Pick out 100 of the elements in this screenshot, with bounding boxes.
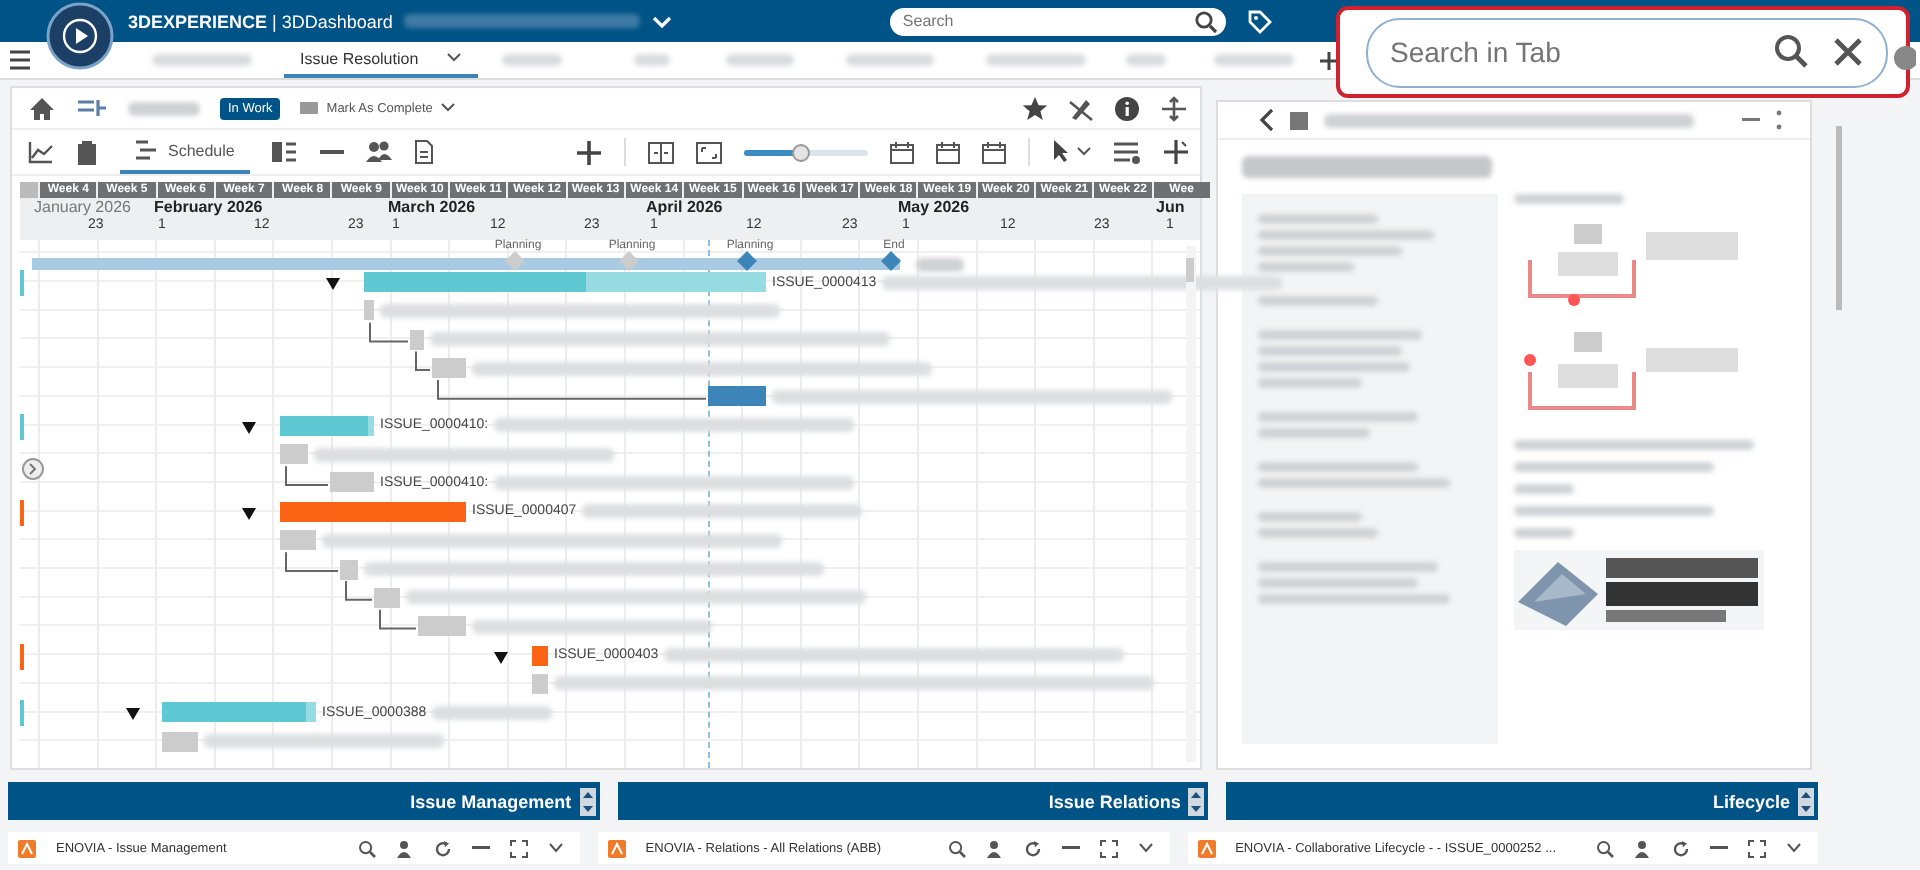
minimize-icon[interactable] bbox=[471, 845, 490, 851]
star-icon[interactable] bbox=[1022, 95, 1048, 121]
slider-thumb[interactable] bbox=[792, 143, 811, 161]
redacted-text bbox=[1514, 484, 1574, 494]
split-view-icon[interactable] bbox=[648, 141, 674, 163]
spinner-icon[interactable] bbox=[579, 787, 596, 815]
redacted-text bbox=[1258, 246, 1402, 256]
list-settings-icon[interactable] bbox=[1114, 140, 1142, 164]
expand-icon[interactable] bbox=[509, 839, 528, 857]
redacted-text bbox=[1258, 528, 1378, 538]
info-icon[interactable] bbox=[1114, 95, 1140, 121]
chevron-down-icon bbox=[446, 52, 463, 64]
hierarchy-icon[interactable] bbox=[76, 96, 108, 120]
month-label: January 2026 bbox=[34, 198, 131, 216]
redacted-text bbox=[1258, 296, 1378, 306]
app-title: 3DEXPERIENCE | 3DDashboard bbox=[128, 11, 393, 31]
app-icon bbox=[607, 839, 626, 857]
chevron-down-icon[interactable] bbox=[1786, 842, 1803, 854]
people-icon[interactable] bbox=[366, 140, 393, 164]
section-title: Lifecycle bbox=[1712, 791, 1791, 811]
minimize-icon[interactable] bbox=[1061, 845, 1080, 851]
minimize-icon[interactable] bbox=[1710, 845, 1729, 851]
search-icon[interactable] bbox=[1596, 839, 1615, 857]
back-icon[interactable] bbox=[1258, 108, 1274, 132]
user-icon[interactable] bbox=[1634, 839, 1653, 857]
app-icon bbox=[18, 839, 36, 857]
view-tab[interactable]: Schedule bbox=[120, 130, 251, 174]
search-icon[interactable] bbox=[1194, 9, 1219, 33]
dashboard-tab[interactable]: Issue Resolution bbox=[284, 42, 479, 78]
fit-view-icon[interactable] bbox=[696, 141, 722, 163]
collapse-triangle-icon[interactable] bbox=[242, 421, 256, 434]
more-icon[interactable] bbox=[1776, 110, 1782, 130]
app-icon bbox=[1197, 839, 1216, 857]
calendar-icon[interactable] bbox=[982, 141, 1006, 163]
section-title: Issue Relations bbox=[1048, 791, 1181, 811]
collapse-triangle-icon[interactable] bbox=[494, 651, 508, 664]
redacted-text bbox=[1258, 378, 1362, 388]
redacted-text bbox=[1514, 194, 1624, 204]
spinner-icon[interactable] bbox=[1188, 787, 1205, 815]
tag-icon[interactable] bbox=[1246, 7, 1275, 35]
refresh-icon[interactable] bbox=[1672, 839, 1691, 857]
collapse-triangle-icon[interactable] bbox=[126, 708, 140, 721]
month-label: May 2026 bbox=[898, 198, 970, 216]
redacted-text bbox=[1258, 428, 1370, 438]
add-icon[interactable] bbox=[576, 139, 602, 165]
user-icon[interactable] bbox=[395, 839, 414, 857]
redacted-text bbox=[128, 101, 200, 115]
chevron-down-icon bbox=[440, 102, 457, 114]
summary-bar[interactable] bbox=[532, 645, 548, 666]
refresh-icon[interactable] bbox=[433, 839, 452, 857]
clipboard-icon[interactable] bbox=[76, 139, 98, 165]
expand-icon[interactable] bbox=[1748, 839, 1767, 857]
collapse-triangle-icon[interactable] bbox=[326, 278, 340, 290]
redacted-text bbox=[432, 705, 553, 720]
month-label: February 2026 bbox=[154, 198, 263, 216]
search-icon[interactable] bbox=[947, 839, 966, 857]
calendar-icon[interactable] bbox=[890, 141, 914, 163]
minus-icon[interactable] bbox=[1742, 117, 1760, 123]
search-box[interactable]: Search bbox=[890, 7, 1227, 35]
select-cursor-icon[interactable] bbox=[1052, 140, 1092, 164]
move-icon[interactable] bbox=[1160, 95, 1188, 121]
collapse-triangle-icon[interactable] bbox=[242, 507, 256, 520]
compass-logo-icon[interactable] bbox=[46, 2, 114, 70]
chevron-down-icon[interactable] bbox=[652, 11, 673, 31]
month-label: March 2026 bbox=[388, 198, 476, 216]
team-schedule-icon[interactable] bbox=[272, 140, 299, 164]
add-link-icon[interactable] bbox=[1164, 140, 1188, 164]
minus-icon[interactable] bbox=[320, 148, 345, 156]
expand-panel-icon[interactable] bbox=[22, 458, 44, 480]
month-label: Jun bbox=[1156, 198, 1185, 216]
tab-search-field[interactable]: Search in Tab bbox=[1390, 36, 1752, 68]
home-icon[interactable] bbox=[28, 95, 56, 121]
chevron-down-icon[interactable] bbox=[1137, 842, 1154, 854]
redacted-text bbox=[1514, 528, 1574, 538]
refresh-icon[interactable] bbox=[1023, 839, 1042, 857]
redacted-text bbox=[916, 258, 964, 272]
close-icon[interactable] bbox=[1832, 36, 1864, 68]
add-icon[interactable] bbox=[1318, 49, 1341, 71]
search-field[interactable]: Search bbox=[902, 12, 1195, 30]
task-bar[interactable] bbox=[708, 386, 766, 407]
schedule-icon bbox=[136, 140, 158, 160]
calendar-icon[interactable] bbox=[936, 141, 960, 163]
user-icon[interactable] bbox=[985, 839, 1004, 857]
week-header bbox=[20, 182, 38, 198]
spinner-icon[interactable] bbox=[1798, 787, 1815, 815]
search-icon[interactable] bbox=[357, 839, 376, 857]
zoom-slider[interactable] bbox=[744, 149, 868, 155]
edit-off-icon[interactable] bbox=[1068, 95, 1094, 121]
search-icon[interactable] bbox=[1772, 32, 1812, 72]
search-box[interactable]: Search in Tab bbox=[1366, 17, 1888, 87]
redacted-text bbox=[1258, 262, 1354, 272]
summary-bar[interactable] bbox=[280, 501, 466, 522]
expand-icon[interactable] bbox=[1099, 839, 1118, 857]
month-label: April 2026 bbox=[646, 198, 723, 216]
menu-icon[interactable] bbox=[8, 50, 32, 70]
redacted-text bbox=[1258, 214, 1378, 224]
redacted-text bbox=[1258, 346, 1402, 356]
chevron-down-icon[interactable] bbox=[547, 842, 564, 854]
line-chart-icon[interactable] bbox=[28, 140, 54, 164]
section-title: Issue Management bbox=[410, 791, 572, 811]
